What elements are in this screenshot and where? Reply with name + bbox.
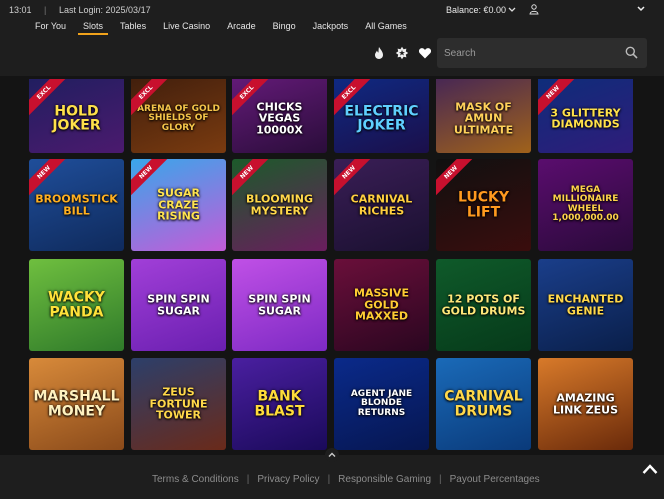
footer-separator: | <box>246 474 250 485</box>
heart-icon[interactable] <box>418 46 432 60</box>
game-title: MARSHALL MONEY <box>33 388 120 419</box>
game-tile[interactable]: HOLD JOKER EXCL <box>29 79 124 153</box>
user-icon[interactable] <box>529 4 539 15</box>
game-tile[interactable]: MASSIVE GOLD MAXXED <box>334 259 429 351</box>
footer-separator: | <box>439 474 442 485</box>
game-title: 12 POTS OF GOLD DRUMS <box>441 292 526 317</box>
tab-jackpots[interactable]: Jackpots <box>308 21 354 35</box>
flame-icon[interactable] <box>372 46 386 60</box>
search-box <box>437 38 647 68</box>
category-tabs: For You Slots Tables Live Casino Arcade Bingo… <box>30 21 419 35</box>
game-tile[interactable]: CARNIVAL DRUMS <box>436 358 531 450</box>
tab-arcade[interactable]: Arcade <box>222 21 261 35</box>
game-title: ELECTRIC JOKER <box>344 103 419 134</box>
game-tile[interactable]: ELECTRIC JOKER EXCL <box>334 79 429 153</box>
star-badge-icon[interactable] <box>395 46 409 60</box>
top-status-bar: 13:01 | Last Login: 2025/03/17 Balance: … <box>0 0 664 20</box>
game-title: CARNIVAL RICHES <box>350 192 413 217</box>
game-title: HOLD JOKER <box>52 103 101 134</box>
footer-link[interactable]: Terms & Conditions <box>152 474 239 485</box>
game-title: CHICKS VEGAS 10000X <box>256 100 303 137</box>
game-title: BANK BLAST <box>254 388 305 419</box>
tab-live-casino[interactable]: Live Casino <box>158 21 215 35</box>
game-tile[interactable]: CARNIVAL RICHES NEW <box>334 159 429 251</box>
game-title: ENCHANTED GENIE <box>547 292 624 317</box>
game-title: SPIN SPIN SUGAR <box>248 292 311 317</box>
tab-for-you[interactable]: For You <box>30 21 71 35</box>
search-input[interactable] <box>444 46 614 60</box>
game-title: MASSIVE GOLD MAXXED <box>354 286 409 323</box>
game-tile[interactable]: AGENT JANE BLONDE RETURNS <box>334 358 429 450</box>
game-title: ARENA OF GOLD SHIELDS OF GLORY <box>137 103 220 133</box>
game-tile[interactable]: WACKY PANDA <box>29 259 124 351</box>
footer-links: Terms & Conditions | Privacy Policy | Respon… <box>152 474 540 485</box>
game-title: WACKY PANDA <box>48 289 105 320</box>
tab-tables[interactable]: Tables <box>115 21 151 35</box>
game-tile[interactable]: BLOOMING MYSTERY NEW <box>232 159 327 251</box>
quick-filter-icons <box>372 46 432 60</box>
tab-bingo[interactable]: Bingo <box>268 21 301 35</box>
back-to-top-icon[interactable] <box>642 463 658 475</box>
game-title: BROOMSTICK BILL <box>35 192 118 217</box>
game-tile[interactable]: 12 POTS OF GOLD DRUMS <box>436 259 531 351</box>
game-tile[interactable]: 3 GLITTERY DIAMONDS NEW <box>538 79 633 153</box>
game-tile[interactable]: SUGAR CRAZE RISING NEW <box>131 159 226 251</box>
chevron-down-icon[interactable] <box>636 4 646 14</box>
game-title: SUGAR CRAZE RISING <box>157 186 200 223</box>
game-tile[interactable]: MEGA MILLIONAIRE WHEEL 1,000,000.00 <box>538 159 633 251</box>
game-title: 3 GLITTERY DIAMONDS <box>550 106 621 131</box>
footer-separator: | <box>327 474 331 485</box>
chevron-down-icon <box>508 7 516 12</box>
game-tile[interactable]: MASK OF AMUN ULTIMATE <box>436 79 531 153</box>
footer-link[interactable]: Privacy Policy <box>257 474 319 485</box>
tab-slots[interactable]: Slots <box>78 21 109 35</box>
game-tile[interactable]: AMAZING LINK ZEUS <box>538 358 633 450</box>
game-tile[interactable]: ZEUS FORTUNE TOWER <box>131 358 226 450</box>
separator: | <box>44 5 47 15</box>
last-login: Last Login: 2025/03/17 <box>59 5 151 15</box>
game-tile[interactable]: BROOMSTICK BILL NEW <box>29 159 124 251</box>
clock: 13:01 <box>9 5 32 15</box>
balance-label: Balance: €0.00 <box>446 5 507 15</box>
game-tile[interactable]: BANK BLAST <box>232 358 327 450</box>
game-title: MASK OF AMUN ULTIMATE <box>453 100 514 137</box>
game-tile[interactable]: SPIN SPIN SUGAR <box>232 259 327 351</box>
game-title: LUCKY LIFT <box>457 189 510 220</box>
scroll-up-arrow-icon[interactable] <box>325 448 339 462</box>
footer-link[interactable]: Responsible Gaming <box>338 474 431 485</box>
game-tile[interactable]: MARSHALL MONEY <box>29 358 124 450</box>
game-grid: HOLD JOKER EXCL ARENA OF GOLD SHIELDS OF G… <box>29 79 635 453</box>
game-title: AMAZING LINK ZEUS <box>552 391 618 416</box>
game-title: CARNIVAL DRUMS <box>444 388 523 419</box>
game-title: ZEUS FORTUNE TOWER <box>149 385 208 422</box>
search-icon[interactable] <box>625 46 638 59</box>
game-tile[interactable]: ARENA OF GOLD SHIELDS OF GLORY EXCL <box>131 79 226 153</box>
tab-all-games[interactable]: All Games <box>360 21 412 35</box>
game-tile[interactable]: CHICKS VEGAS 10000X EXCL <box>232 79 327 153</box>
main-navigation: For You Slots Tables Live Casino Arcade Bingo… <box>0 20 664 76</box>
game-title: MEGA MILLIONAIRE WHEEL 1,000,000.00 <box>552 185 619 224</box>
game-title: AGENT JANE BLONDE RETURNS <box>350 388 413 418</box>
balance-dropdown[interactable]: Balance: €0.00 <box>446 5 516 15</box>
footer-link[interactable]: Payout Percentages <box>450 474 540 485</box>
game-tile[interactable]: SPIN SPIN SUGAR <box>131 259 226 351</box>
game-title: BLOOMING MYSTERY <box>246 192 313 217</box>
game-tile[interactable]: ENCHANTED GENIE <box>538 259 633 351</box>
game-title: SPIN SPIN SUGAR <box>147 292 210 317</box>
game-tile[interactable]: LUCKY LIFT NEW <box>436 159 531 251</box>
